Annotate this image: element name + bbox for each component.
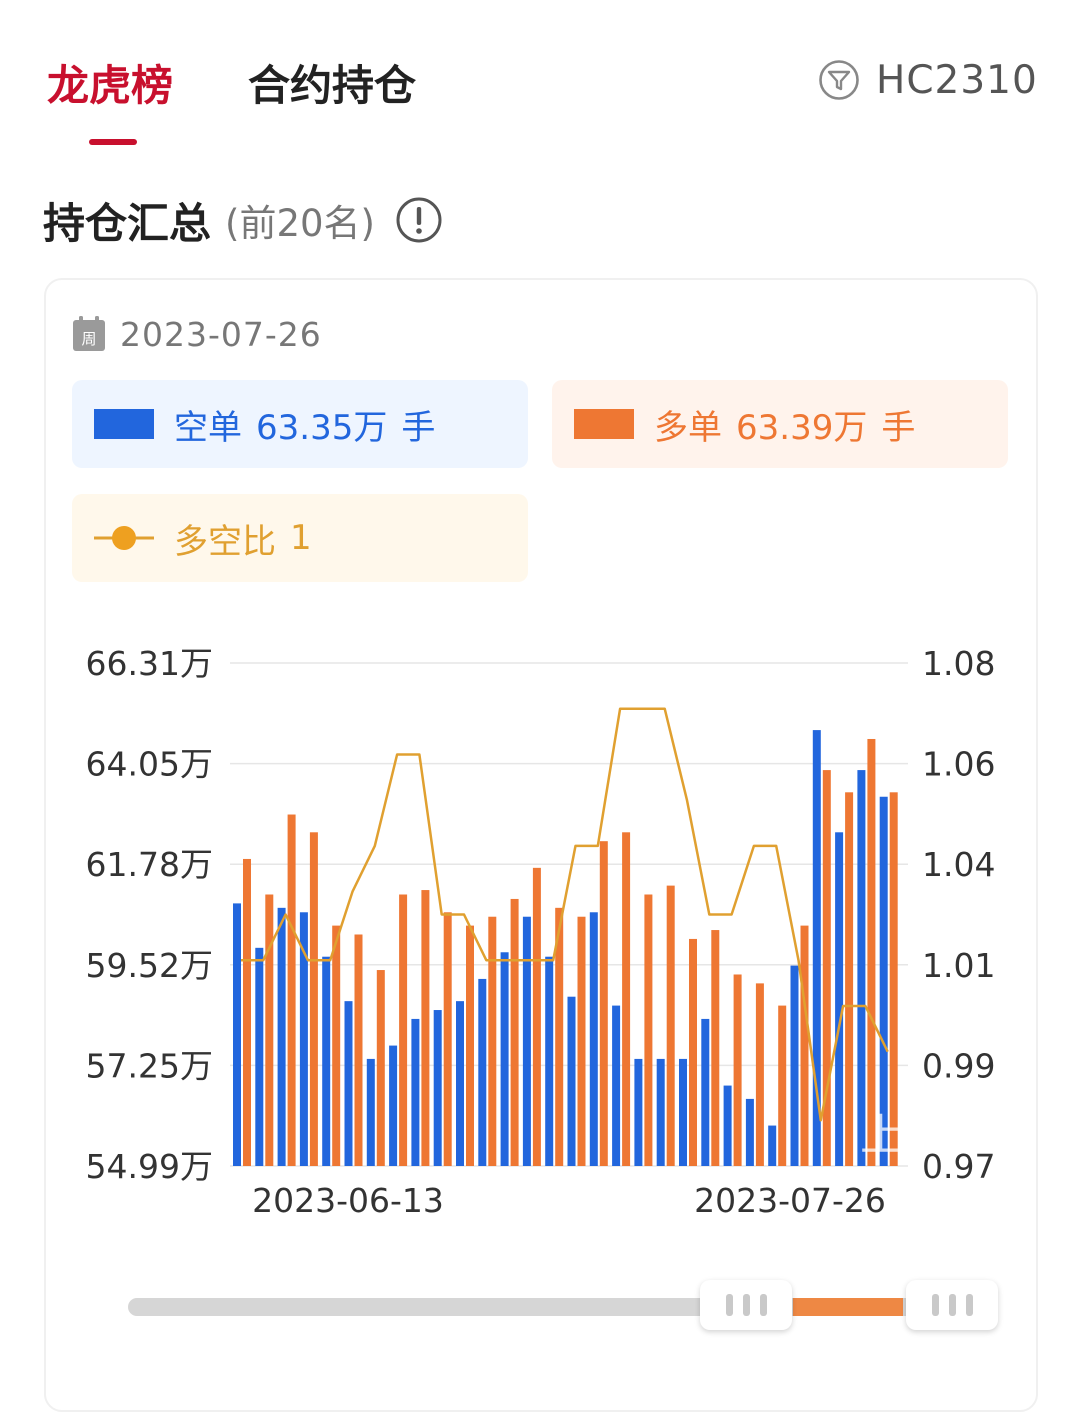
- short-bar: [344, 1001, 353, 1166]
- short-bar: [366, 1058, 375, 1166]
- short-bar: [567, 996, 576, 1166]
- short-bar: [500, 952, 509, 1166]
- short-bar: [634, 1058, 643, 1166]
- left-axis-tick-label: 59.52万: [86, 946, 213, 985]
- short-bar: [745, 1098, 754, 1166]
- short-bar: [768, 1125, 777, 1166]
- long-bar: [421, 890, 430, 1166]
- long-bar: [644, 894, 653, 1166]
- long-bar: [622, 832, 631, 1166]
- short-bar: [656, 1058, 665, 1166]
- right-axis-tick-label: 1.01: [922, 946, 995, 985]
- long-bar: [443, 912, 452, 1166]
- long-bar: [354, 934, 363, 1166]
- long-bar: [755, 983, 764, 1166]
- left-axis-tick-label: 66.31万: [86, 644, 213, 683]
- short-bar: [433, 1010, 442, 1166]
- short-bar: [701, 1018, 710, 1166]
- x-axis-tick-label: 2023-06-13: [252, 1181, 444, 1220]
- long-bar: [711, 930, 720, 1166]
- range-slider-right-handle[interactable]: [906, 1280, 998, 1330]
- short-bar: [723, 1085, 732, 1166]
- short-bar: [857, 770, 866, 1166]
- long-bar: [376, 970, 385, 1166]
- long-bar: [733, 974, 742, 1166]
- long-bar: [867, 738, 876, 1166]
- range-slider-left-handle[interactable]: [700, 1280, 792, 1330]
- long-bar: [778, 1005, 787, 1166]
- watermark-text: 上甲: [860, 1110, 948, 1161]
- long-bar: [243, 858, 251, 1166]
- right-axis-tick-label: 1.06: [922, 745, 995, 784]
- long-bar: [599, 841, 608, 1166]
- short-bar: [456, 1001, 464, 1166]
- short-bar: [589, 912, 598, 1166]
- left-axis-tick-label: 54.99万: [86, 1147, 213, 1186]
- long-bar: [845, 792, 854, 1166]
- long-bar: [332, 925, 341, 1166]
- long-bar: [287, 814, 296, 1166]
- position-chart: 66.31万 64.05万 61.78万 59.52万 57.25万 54.99万 1.0…: [86, 644, 996, 1220]
- short-bar: [255, 947, 264, 1166]
- x-axis-tick-label: 2023-07-26: [694, 1181, 886, 1220]
- short-bar: [790, 965, 799, 1166]
- short-bar: [522, 916, 531, 1166]
- long-bar: [577, 916, 586, 1166]
- short-bar: [545, 956, 554, 1166]
- short-bar: [322, 956, 331, 1166]
- long-bar: [800, 925, 809, 1166]
- long-bar: [666, 885, 675, 1166]
- left-axis-tick-label: 57.25万: [86, 1046, 213, 1085]
- left-axis-tick-label: 64.05万: [86, 745, 213, 784]
- short-bar: [233, 903, 241, 1166]
- long-bar: [689, 938, 697, 1166]
- short-bar: [411, 1018, 420, 1166]
- short-bar: [835, 832, 844, 1166]
- short-bar: [478, 978, 487, 1166]
- long-bar: [510, 898, 519, 1166]
- long-bar: [399, 894, 408, 1166]
- short-bar: [612, 1005, 621, 1166]
- long-bar: [488, 916, 497, 1166]
- long-bar: [265, 894, 274, 1166]
- range-slider-selection[interactable]: [793, 1298, 903, 1316]
- long-bar: [532, 867, 541, 1166]
- short-bar: [679, 1058, 687, 1166]
- right-axis-tick-label: 1.04: [922, 845, 995, 884]
- left-axis-tick-label: 61.78万: [86, 845, 213, 884]
- right-axis-tick-label: 1.08: [922, 644, 995, 683]
- long-bar: [309, 832, 318, 1166]
- short-bar: [389, 1045, 398, 1166]
- long-bar: [466, 925, 474, 1166]
- right-axis-tick-label: 0.99: [922, 1046, 995, 1085]
- short-bar: [277, 907, 286, 1166]
